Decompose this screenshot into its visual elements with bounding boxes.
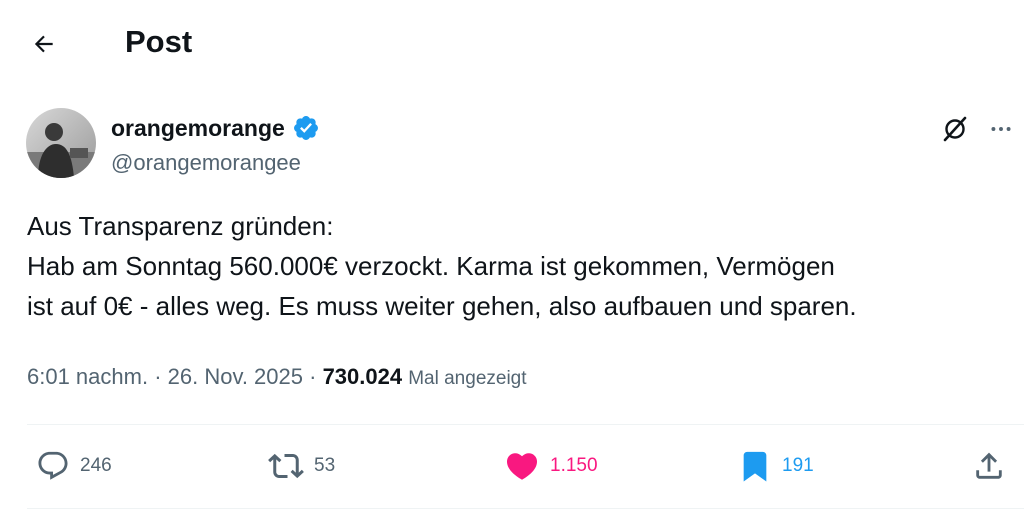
author-name[interactable]: orangemorange — [111, 113, 285, 143]
page-header: Post — [0, 0, 1024, 88]
reply-icon — [38, 451, 68, 480]
views-label: Mal angezeigt — [408, 368, 527, 389]
repost-icon — [268, 453, 304, 479]
meta-separator: · — [303, 364, 323, 389]
tweet-meta: 6:01 nachm. · 26. Nov. 2025 · 730.024 Ma… — [27, 362, 527, 394]
avatar[interactable] — [26, 108, 96, 178]
divider — [27, 508, 1024, 509]
repost-count: 53 — [314, 455, 336, 476]
more-options-button[interactable] — [984, 112, 1018, 146]
tweet-time[interactable]: 6:01 nachm. — [27, 364, 148, 389]
divider — [27, 424, 1024, 425]
meta-separator: · — [148, 364, 168, 389]
page-title: Post — [125, 24, 193, 59]
reply-button[interactable]: 246 — [36, 444, 112, 488]
author-name-row[interactable]: orangemorange — [111, 113, 320, 143]
tweet-text-line: Hab am Sonntag 560.000€ verzockt. Karma … — [27, 251, 835, 281]
share-icon — [976, 452, 1002, 479]
share-button[interactable] — [972, 444, 1006, 488]
bookmark-count: 191 — [782, 455, 814, 476]
repost-button[interactable]: 53 — [268, 444, 335, 488]
author-handle[interactable]: @orangemorangee — [111, 148, 301, 178]
tweet-text-line: Aus Transparenz gründen: — [27, 211, 334, 241]
reply-count: 246 — [80, 455, 112, 476]
avatar-image — [26, 108, 96, 178]
views-count: 730.024 — [322, 364, 403, 389]
tweet-date[interactable]: 26. Nov. 2025 — [168, 364, 303, 389]
heart-icon — [506, 453, 538, 480]
like-count: 1.150 — [550, 455, 598, 476]
more-horizontal-icon — [991, 127, 1011, 131]
back-button[interactable] — [24, 24, 64, 64]
bookmark-button[interactable]: 191 — [738, 444, 814, 488]
tweet-text-line: ist auf 0€ - alles weg. Es muss weiter g… — [27, 291, 857, 321]
like-button[interactable]: 1.150 — [504, 444, 598, 488]
grok-icon — [943, 116, 967, 142]
tweet-text: Aus Transparenz gründen: Hab am Sonntag … — [27, 206, 1007, 326]
grok-button[interactable] — [938, 112, 972, 146]
verified-badge-icon[interactable] — [292, 114, 320, 142]
action-bar: 246 53 1.150 191 — [0, 444, 1024, 488]
arrow-left-icon — [34, 35, 53, 53]
bookmark-icon — [743, 451, 767, 482]
